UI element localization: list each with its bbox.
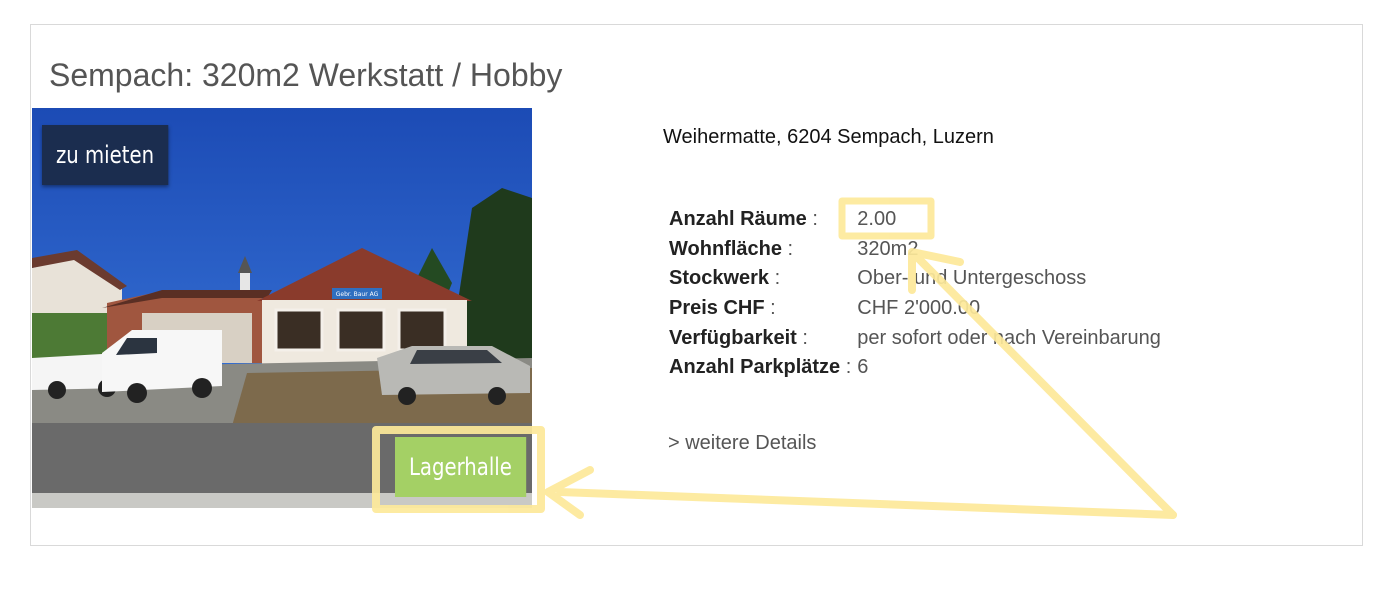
property-type-badge[interactable]: Lagerhalle — [395, 437, 526, 497]
fact-row-rooms: Anzahl Räume : 2.00 — [666, 205, 1164, 235]
fact-separator: : — [787, 237, 794, 260]
fact-label-availability: Verfügbarkeit — [669, 326, 797, 349]
fact-separator: : — [774, 267, 781, 290]
fact-value-living-area: 320m2 — [857, 237, 919, 260]
fact-value-price: CHF 2'000.00 — [857, 297, 981, 320]
facts-table: Anzahl Räume : 2.00 Wohnfläche : 320m2 S… — [666, 205, 1164, 383]
fact-value-parking: 6 — [857, 356, 869, 379]
fact-label-rooms: Anzahl Räume — [669, 208, 807, 231]
listing-title[interactable]: Sempach: 320m2 Werkstatt / Hobby — [49, 57, 562, 94]
fact-value-floor: Ober- und Untergeschoss — [857, 267, 1087, 290]
fact-separator: : — [770, 297, 776, 320]
fact-label-parking: Anzahl Parkplätze — [669, 356, 841, 379]
listing-card: Sempach: 320m2 Werkstatt / Hobby Gebr. B… — [30, 24, 1363, 546]
fact-row-living-area: Wohnfläche : 320m2 — [666, 235, 1164, 265]
more-details-link[interactable]: > weitere Details — [668, 432, 816, 455]
fact-label-price: Preis CHF — [669, 297, 765, 320]
fact-value-rooms: 2.00 — [857, 208, 897, 231]
fact-row-parking: Anzahl Parkplätze : 6 — [666, 353, 1164, 383]
photo-sign-text: Gebr. Baur AG — [336, 291, 379, 298]
fact-separator: : — [812, 208, 818, 231]
property-photo[interactable]: Gebr. Baur AG zu mieten Lagerhalle — [32, 108, 532, 508]
fact-row-price: Preis CHF : CHF 2'000.00 — [666, 294, 1164, 324]
fact-separator: : — [845, 356, 852, 379]
rent-status-badge[interactable]: zu mieten — [42, 125, 168, 185]
fact-label-living-area: Wohnfläche — [669, 237, 782, 260]
fact-label-floor: Stockwerk — [669, 267, 770, 290]
fact-row-availability: Verfügbarkeit : per sofort oder nach Ver… — [666, 323, 1164, 353]
listing-address: Weihermatte, 6204 Sempach, Luzern — [663, 126, 994, 148]
fact-value-availability: per sofort oder nach Vereinbarung — [857, 326, 1161, 349]
fact-row-floor: Stockwerk : Ober- und Untergeschoss — [666, 264, 1164, 294]
fact-separator: : — [802, 326, 808, 349]
